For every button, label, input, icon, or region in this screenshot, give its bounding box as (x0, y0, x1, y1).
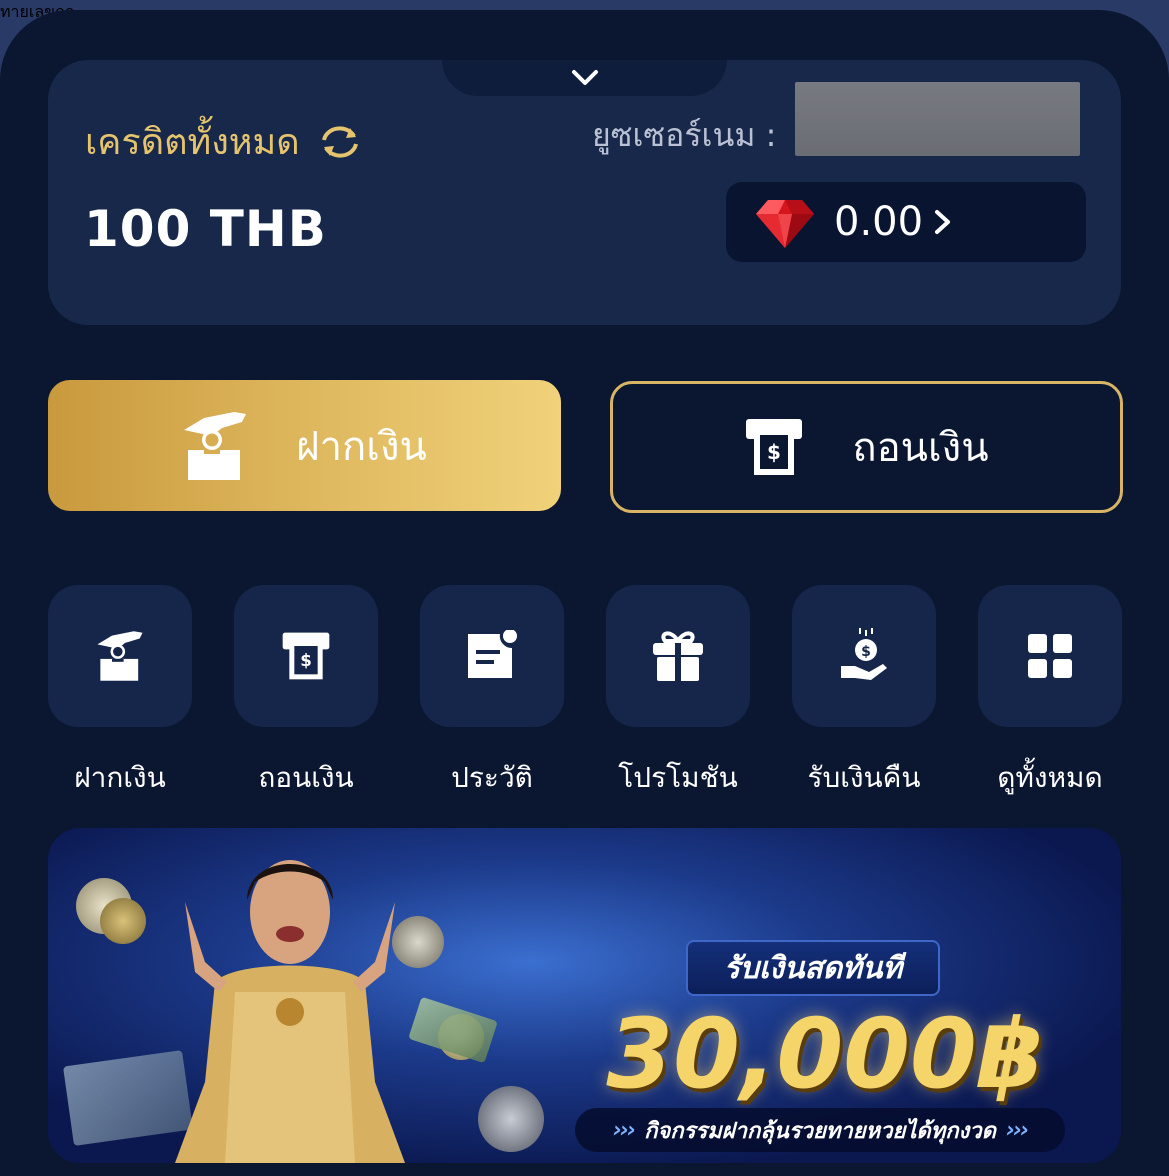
cashback-icon: $ (841, 628, 887, 680)
credit-label: เครดิตทั้งหมด (85, 122, 300, 163)
svg-text:$: $ (767, 440, 781, 464)
menu-history-label: ประวัติ (451, 761, 533, 794)
gem-value: 0.00 (834, 199, 924, 245)
presenter-image (175, 860, 405, 1163)
menu-promotion-label: โปรโมชัน (618, 761, 738, 794)
menu-view-all[interactable] (978, 585, 1122, 727)
credit-label-row: เครดิตทั้งหมด (85, 113, 364, 170)
deposit-button[interactable]: ฝากเงิน (48, 380, 561, 511)
banknote-decoration (63, 1050, 193, 1146)
history-icon (468, 630, 517, 678)
username-value-redacted (795, 82, 1080, 156)
menu-cashback-label: รับเงินคืน (807, 761, 921, 794)
gift-icon (653, 631, 703, 681)
menu-view-all-label: ดูทั้งหมด (997, 761, 1103, 794)
deposit-icon (97, 631, 143, 681)
menu-cashback[interactable]: $ (792, 585, 936, 727)
svg-text:$: $ (861, 644, 871, 660)
credit-amount: 100 THB (84, 200, 327, 258)
chevron-right-icon (935, 210, 951, 234)
gem-icon (756, 200, 814, 248)
deposit-button-label: ฝากเงิน (296, 423, 427, 470)
banner-footer-text: กิจกรรมฝากลุ้นรวยทายหวยได้ทุกงวด (644, 1118, 996, 1144)
menu-deposit-label: ฝากเงิน (74, 761, 166, 794)
username-label: ยูซเซอร์เนม : (592, 116, 777, 154)
menu-history[interactable] (420, 585, 564, 727)
banknote-decoration (408, 996, 498, 1064)
svg-text:$: $ (300, 651, 312, 670)
grid-icon (1028, 634, 1072, 678)
withdraw-button[interactable]: $ ถอนเงิน (610, 381, 1123, 513)
banner-footer: ››› กิจกรรมฝากลุ้นรวยทายหวยได้ทุกงวด ››› (575, 1108, 1065, 1152)
collapse-toggle[interactable] (442, 60, 727, 96)
banner-subhead: รับเงินสดทันที (686, 940, 940, 996)
coin-decoration (100, 898, 146, 944)
menu-promotion[interactable] (606, 585, 750, 727)
banner-amount: 30,000฿ (606, 998, 1044, 1110)
menu-withdraw[interactable]: $ (234, 585, 378, 727)
gem-balance-pill[interactable]: 0.00 (726, 182, 1086, 262)
deposit-icon (184, 411, 247, 480)
withdraw-icon: $ (746, 419, 803, 475)
menu-deposit[interactable] (48, 585, 192, 727)
withdraw-button-label: ถอนเงิน (852, 425, 989, 471)
chevron-right-icon: ››› (1005, 1117, 1029, 1143)
refresh-icon[interactable] (316, 122, 364, 162)
menu-withdraw-label: ถอนเงิน (258, 761, 354, 794)
coin-decoration (478, 1086, 544, 1152)
chevron-down-icon (571, 70, 598, 85)
withdraw-icon: $ (282, 632, 330, 680)
chevron-right-icon: ››› (612, 1117, 636, 1143)
